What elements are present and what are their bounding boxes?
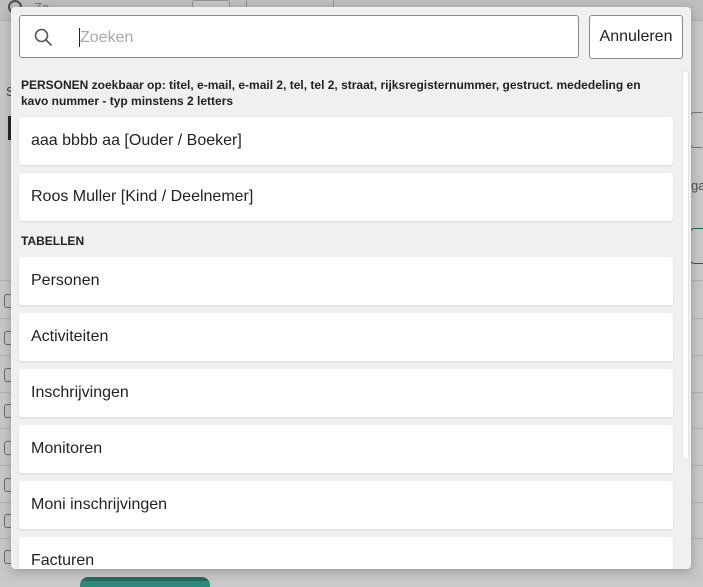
tables-section-heading: TABELLEN [21, 234, 85, 248]
table-result-moni-inschrijvingen[interactable]: Moni inschrijvingen [19, 481, 673, 529]
search-input[interactable] [78, 16, 572, 59]
text-caret [79, 28, 80, 47]
person-result[interactable]: Roos Muller [Kind / Deelnemer] [19, 173, 673, 221]
results-scrollbar-thumb[interactable] [682, 71, 689, 460]
table-result-facturen[interactable]: Facturen [19, 537, 673, 569]
person-result[interactable]: aaa bbbb aa [Ouder / Boeker] [19, 117, 673, 165]
table-result-monitoren[interactable]: Monitoren [19, 425, 673, 473]
search-icon [34, 28, 52, 46]
table-result-personen[interactable]: Personen [19, 257, 673, 305]
search-box [19, 15, 579, 59]
table-result-inschrijvingen[interactable]: Inschrijvingen [19, 369, 673, 417]
search-results[interactable]: PERSONEN zoekbaar op: titel, e-mail, e-m… [11, 71, 681, 569]
persons-section-heading: PERSONEN zoekbaar op: titel, e-mail, e-m… [21, 78, 641, 108]
cancel-button[interactable]: Annuleren [589, 15, 683, 59]
search-dialog: Annuleren PERSONEN zoekbaar op: titel, e… [11, 7, 691, 569]
table-result-activiteiten[interactable]: Activiteiten [19, 313, 673, 361]
